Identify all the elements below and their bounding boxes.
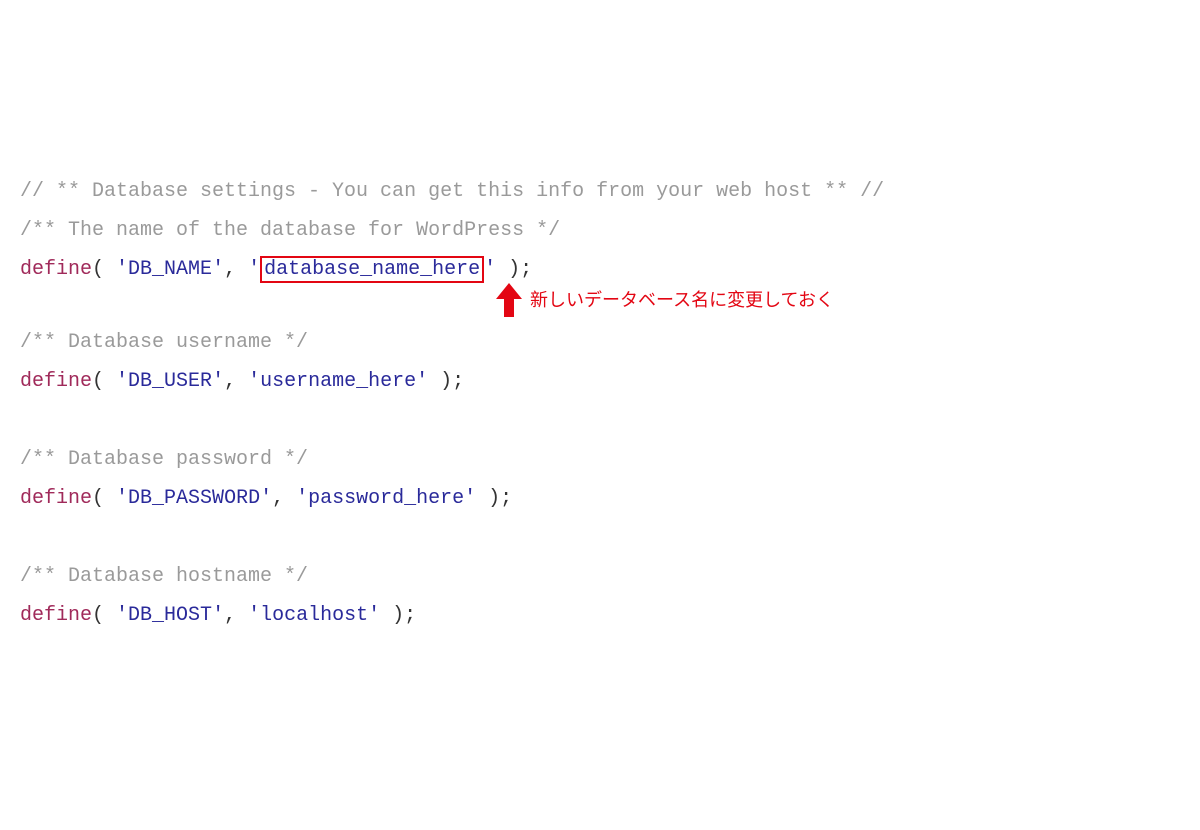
comment-db-password: /** Database password */ [20, 448, 308, 471]
define-keyword: define [20, 258, 92, 281]
comment-db-settings: // ** Database settings - You can get th… [20, 180, 884, 203]
db-name-highlight: database_name_here [260, 256, 484, 283]
paren-open: ( [92, 258, 116, 281]
comma-sep: , [224, 258, 248, 281]
db-password-value: 'password_here' [296, 487, 476, 510]
db-host-value: 'localhost' [248, 604, 380, 627]
define-db-user-line: define( 'DB_USER', 'username_here' ); [20, 362, 1180, 401]
db-name-key: 'DB_NAME' [116, 258, 224, 281]
comment-db-user: /** Database username */ [20, 331, 308, 354]
db-user-key: 'DB_USER' [116, 370, 224, 393]
paren-close: ); [496, 258, 532, 281]
comment-db-hostname: /** Database hostname */ [20, 565, 308, 588]
define-db-host-line: define( 'DB_HOST', 'localhost' ); [20, 596, 1180, 635]
arrow-up-icon [496, 283, 522, 317]
db-user-value: 'username_here' [248, 370, 428, 393]
db-host-key: 'DB_HOST' [116, 604, 224, 627]
db-name-value: 'database_name_here' [248, 256, 496, 283]
define-db-password-line: define( 'DB_PASSWORD', 'password_here' )… [20, 479, 1180, 518]
define-keyword: define [20, 487, 92, 510]
comment-db-name: /** The name of the database for WordPre… [20, 219, 560, 242]
annotation-text: 新しいデータベース名に変更しておく [530, 291, 834, 309]
define-keyword: define [20, 370, 92, 393]
db-password-key: 'DB_PASSWORD' [116, 487, 272, 510]
annotation-row: 新しいデータベース名に変更しておく [20, 289, 1180, 323]
define-keyword: define [20, 604, 92, 627]
